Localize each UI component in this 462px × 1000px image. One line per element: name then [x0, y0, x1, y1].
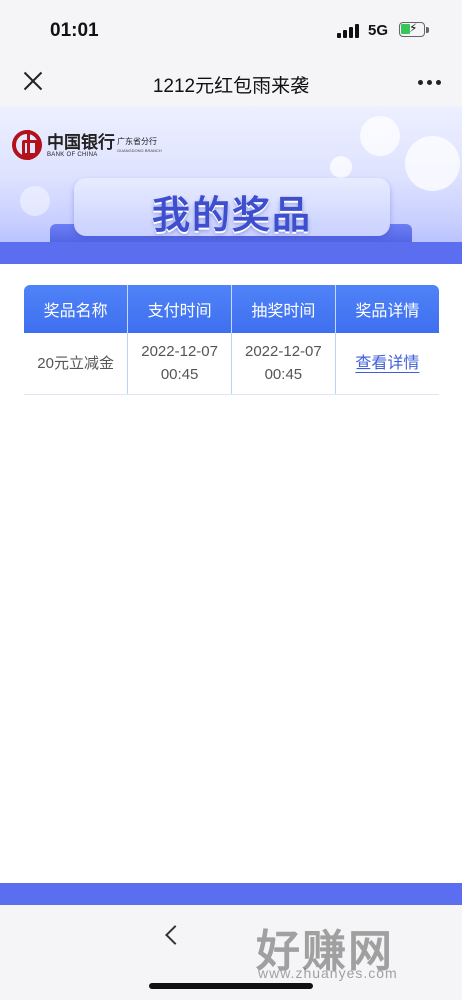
home-indicator[interactable] — [149, 983, 313, 989]
draw-clock: 00:45 — [264, 366, 303, 384]
bottom-bar: 好赚网 www.zhuanyes.com — [0, 905, 462, 1000]
bank-logo: 中国银行 BANK OF CHINA 广东省分行 GUANGDONG BRANC… — [12, 128, 202, 168]
battery-tip — [426, 27, 429, 33]
signal-icon — [337, 24, 361, 38]
cell-draw-time: 2022-12-07 00:45 — [231, 333, 336, 395]
status-bar: 01:01 5G ⚡ — [0, 0, 462, 58]
battery-icon: ⚡ — [399, 21, 425, 37]
branch-name-en: GUANGDONG BRANCH — [117, 148, 162, 153]
more-icon[interactable] — [414, 70, 446, 94]
banner-glow — [330, 156, 352, 178]
network-label: 5G — [368, 22, 389, 39]
table-header-row: 奖品名称 支付时间 抽奖时间 奖品详情 — [24, 285, 439, 333]
bank-name-en: BANK OF CHINA — [47, 152, 98, 158]
banner-heading: 我的奖品 — [151, 193, 312, 237]
status-time: 01:01 — [50, 20, 99, 41]
pay-clock: 00:45 — [160, 366, 199, 384]
banner-glow — [405, 136, 460, 191]
banner-strip — [0, 242, 462, 264]
banner-glow — [20, 186, 50, 216]
prize-table: 奖品名称 支付时间 抽奖时间 奖品详情 20元立减金 2022-12-07 00… — [24, 285, 439, 395]
cell-prize-name: 20元立减金 — [24, 333, 128, 395]
column-header-draw-time: 抽奖时间 — [231, 285, 336, 333]
watermark-url: www.zhuanyes.com — [258, 965, 398, 981]
cell-prize-detail: 查看详情 — [334, 333, 439, 395]
view-detail-link[interactable]: 查看详情 — [355, 355, 419, 372]
branch-name-cn: 广东省分行 — [117, 137, 157, 146]
cell-pay-time: 2022-12-07 00:45 — [127, 333, 232, 395]
page-title: 1212元红包雨来袭 — [152, 76, 310, 97]
banner: 中国银行 BANK OF CHINA 广东省分行 GUANGDONG BRANC… — [0, 106, 462, 264]
footer-strip — [0, 883, 462, 905]
bank-name-cn: 中国银行 — [47, 133, 115, 153]
table-row: 20元立减金 2022-12-07 00:45 2022-12-07 00:45… — [24, 333, 439, 395]
bank-logo-mark — [12, 130, 42, 160]
banner-glow — [360, 116, 400, 156]
column-header-prize-name: 奖品名称 — [24, 285, 128, 333]
chevron-left-icon[interactable] — [160, 921, 184, 951]
pay-date: 2022-12-07 — [141, 343, 218, 361]
column-header-pay-time: 支付时间 — [127, 285, 232, 333]
column-header-prize-detail: 奖品详情 — [334, 285, 439, 333]
nav-bar: 1212元红包雨来袭 — [0, 58, 462, 106]
draw-date: 2022-12-07 — [245, 343, 322, 361]
